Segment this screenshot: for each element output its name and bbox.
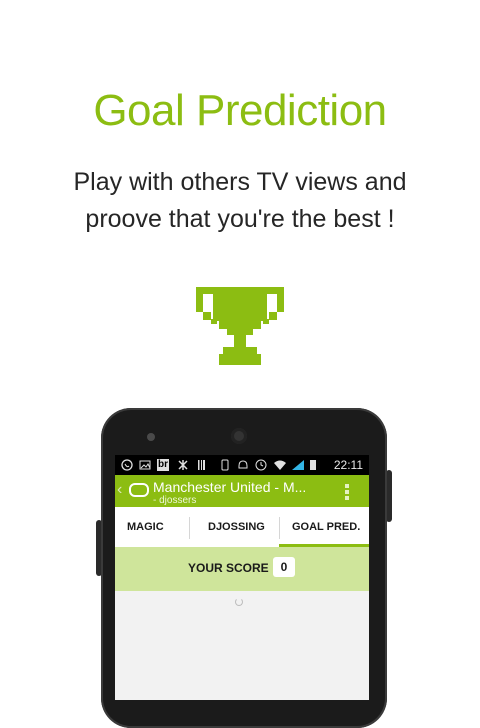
battery-icon	[310, 460, 316, 470]
whatsapp-icon	[121, 459, 133, 471]
tab-magic[interactable]: MAGIC	[127, 507, 164, 547]
sport-icon	[178, 460, 188, 470]
tab-bar: MAGIC DJOSSING GOAL PRED.	[115, 507, 369, 547]
phone-sensor	[147, 433, 155, 441]
back-chevron-icon[interactable]: ‹	[117, 481, 122, 499]
tab-djossing[interactable]: DJOSSING	[208, 507, 265, 547]
barcode-icon	[198, 460, 205, 470]
app-logo-icon[interactable]	[129, 483, 149, 497]
vibrate-icon	[221, 459, 229, 471]
phone-screen: br 22:11 ‹ Manchester United - M... - dj…	[115, 455, 369, 700]
image-icon	[139, 460, 151, 470]
tab-goal-pred[interactable]: GOAL PRED.	[292, 507, 360, 547]
signal-icon	[292, 460, 304, 470]
alarm-icon	[238, 460, 248, 469]
status-bar: br 22:11	[115, 455, 369, 475]
wifi-icon	[274, 460, 286, 470]
br-icon: br	[157, 459, 169, 471]
tab-divider	[189, 517, 190, 539]
tab-divider	[279, 517, 280, 539]
score-value: 0	[273, 557, 295, 577]
trophy-icon	[196, 287, 284, 365]
status-time: 22:11	[333, 458, 363, 472]
page-title: Goal Prediction	[93, 86, 387, 135]
description-line-1: Play with others TV views and	[73, 168, 407, 196]
clock-icon	[255, 459, 267, 471]
action-bar-subtitle: - djossers	[153, 495, 197, 506]
action-bar: ‹ Manchester United - M... - djossers	[115, 475, 369, 507]
score-label: YOUR SCORE	[188, 561, 269, 575]
score-bar: YOUR SCORE 0	[115, 547, 369, 591]
action-bar-title: Manchester United - M...	[153, 479, 307, 495]
phone-camera	[231, 428, 247, 444]
loading-spinner-icon	[235, 598, 243, 606]
description-line-2: proove that you're the best !	[85, 205, 395, 233]
overflow-menu-icon[interactable]	[345, 484, 349, 502]
